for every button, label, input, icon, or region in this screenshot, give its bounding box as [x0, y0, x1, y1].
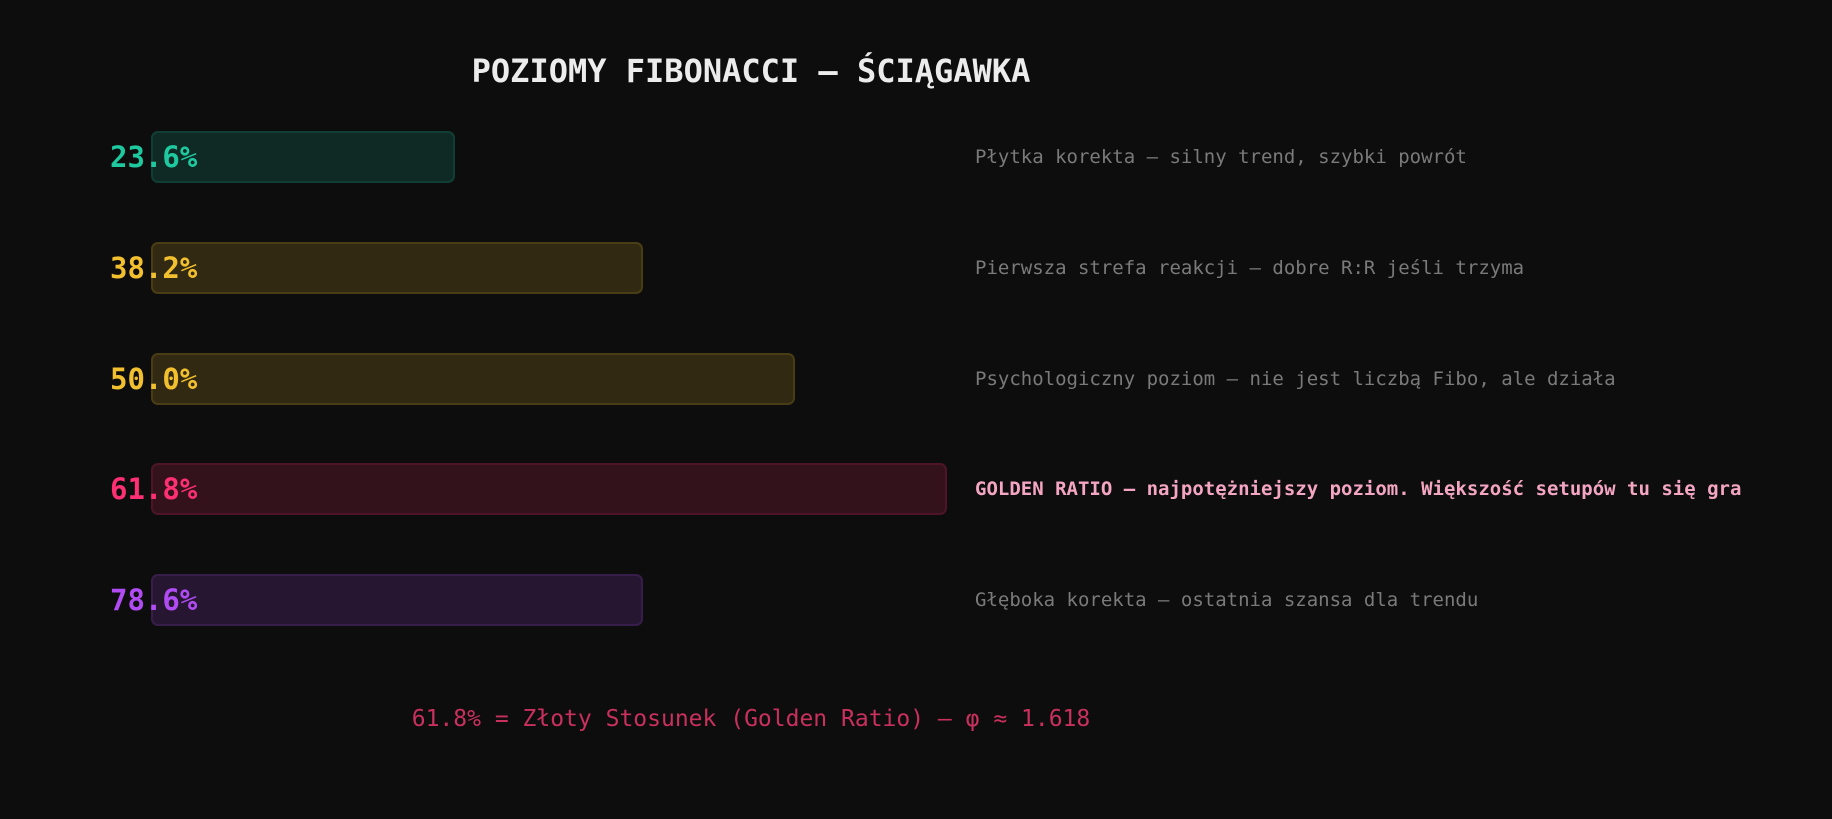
level-percentage-label: 38.2%: [110, 251, 198, 285]
level-percentage-label: 78.6%: [110, 583, 198, 617]
level-bar: [151, 574, 643, 626]
level-row: 23.6% Płytka korekta — silny trend, szybk…: [0, 131, 1832, 183]
level-bar: [151, 242, 643, 294]
level-description: Psychologiczny poziom — nie jest liczbą …: [975, 368, 1616, 390]
level-bar: [151, 463, 947, 515]
fibonacci-levels-chart: 23.6% Płytka korekta — silny trend, szybk…: [0, 0, 1832, 819]
level-description: GOLDEN RATIO — najpotężniejszy poziom. W…: [975, 478, 1742, 500]
level-bar: [151, 353, 795, 405]
level-description: Głęboka korekta — ostatnia szansa dla tr…: [975, 589, 1479, 611]
level-percentage-label: 23.6%: [110, 140, 198, 174]
level-description: Płytka korekta — silny trend, szybki pow…: [975, 146, 1467, 168]
golden-ratio-footnote: 61.8% = Złoty Stosunek (Golden Ratio) — …: [411, 706, 1091, 732]
level-description: Pierwsza strefa reakcji — dobre R:R jeśl…: [975, 257, 1525, 279]
level-row: 38.2% Pierwsza strefa reakcji — dobre R:R…: [0, 242, 1832, 294]
level-percentage-label: 50.0%: [110, 362, 198, 396]
level-row: 61.8% GOLDEN RATIO — najpotężniejszy pozi…: [0, 463, 1832, 515]
level-percentage-label: 61.8%: [110, 472, 198, 506]
level-row: 78.6% Głęboka korekta — ostatnia szansa d…: [0, 574, 1832, 626]
level-row: 50.0% Psychologiczny poziom — nie jest li…: [0, 353, 1832, 405]
